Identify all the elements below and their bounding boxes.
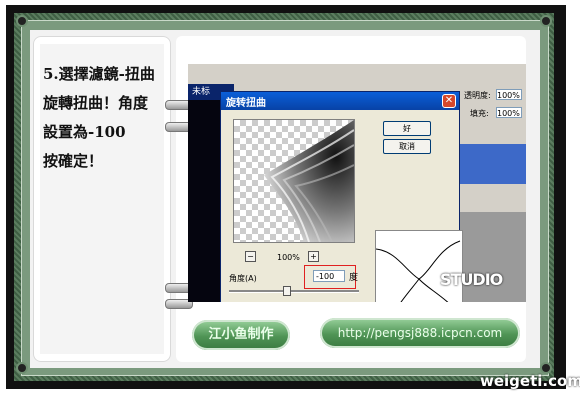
zoom-in-icon[interactable]: + — [308, 251, 319, 262]
zoom-level: 100% — [277, 253, 300, 262]
angle-label: 角度(A) — [229, 274, 257, 283]
rivet-bottom-left — [16, 362, 28, 374]
ok-button[interactable]: 好 — [383, 121, 431, 136]
cancel-button[interactable]: 取消 — [383, 139, 431, 154]
instruction-text: 5.選擇濾鏡-扭曲 旋轉扭曲！角度 設置為-100 按確定！ — [43, 60, 163, 176]
close-icon[interactable]: ✕ — [442, 94, 456, 108]
opacity-field[interactable]: 100% — [496, 89, 522, 100]
opacity-label: 透明度: — [464, 91, 491, 100]
instruction-line: 5.選擇濾鏡-扭曲 — [43, 65, 155, 83]
rivet-top-left — [16, 15, 28, 27]
rivet-top-right — [540, 15, 552, 27]
angle-slider-track[interactable] — [229, 290, 359, 293]
instruction-line: 旋轉扭曲！角度 — [43, 94, 149, 112]
dialog-titlebar: 旋转扭曲 ✕ — [221, 92, 459, 110]
twirl-preview — [233, 119, 355, 243]
twirl-dialog: 旋转扭曲 ✕ 好 取消 − 100% + 角度(A) -100 度 — [220, 91, 463, 302]
studio-logo: STUDIO — [440, 270, 503, 289]
angle-input[interactable]: -100 — [313, 270, 345, 282]
fill-field[interactable]: 100% — [496, 107, 522, 118]
dialog-title: 旋转扭曲 — [226, 98, 266, 109]
twirl-curve-preview — [375, 230, 463, 302]
instruction-line: 按確定！ — [43, 152, 104, 170]
instruction-line: 設置為-100 — [43, 123, 126, 141]
url-button[interactable]: http://pengsj888.icpcn.com — [320, 318, 520, 348]
photoshop-screenshot: 未标 透明度: 100% 填充: 100% 旋转扭曲 ✕ 好 取消 − 100%… — [188, 64, 526, 302]
fill-label: 填充: — [470, 109, 489, 118]
angle-unit: 度 — [349, 273, 359, 283]
twirl-curve-graphic — [375, 240, 461, 302]
author-button[interactable]: 江小鱼制作 — [192, 320, 290, 350]
twirl-preview-graphic — [264, 120, 354, 242]
angle-slider-thumb[interactable] — [283, 286, 291, 296]
zoom-out-icon[interactable]: − — [245, 251, 256, 262]
site-watermark: weigeti.com — [480, 372, 580, 390]
selected-layer-row[interactable] — [456, 144, 526, 184]
